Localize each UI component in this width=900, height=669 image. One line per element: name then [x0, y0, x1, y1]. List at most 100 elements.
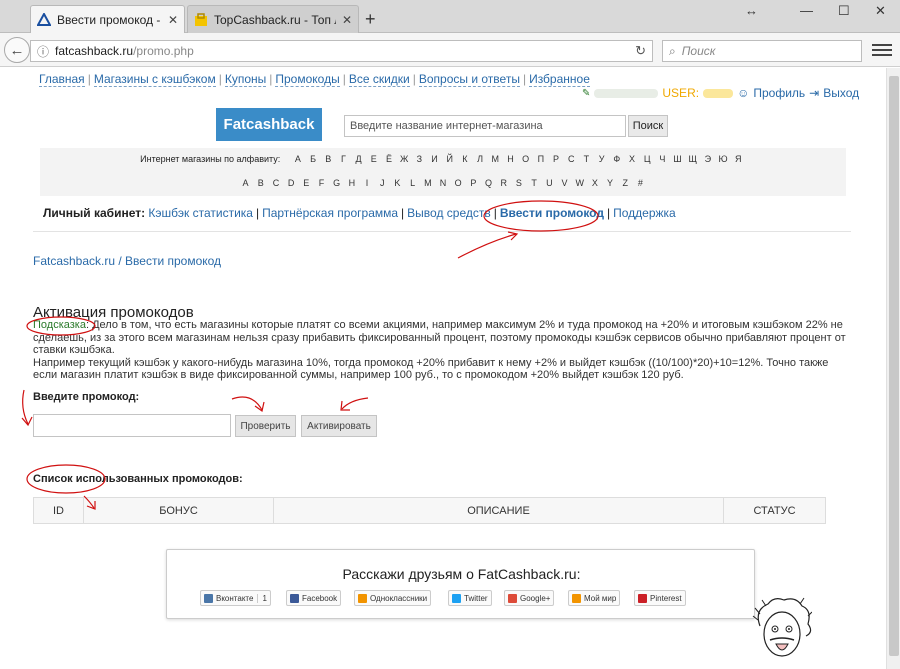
promo-code-input[interactable] [33, 414, 231, 437]
activate-button[interactable]: Активировать [301, 415, 377, 437]
hamburger-menu-icon[interactable] [872, 41, 892, 59]
letter-link[interactable]: Г [336, 154, 351, 164]
share-odnoklassniki-button[interactable]: Одноклассники [354, 590, 432, 606]
cabinet-link-stats[interactable]: Кэшбэк статистика [148, 206, 253, 220]
tab-close-icon[interactable]: ✕ [342, 13, 352, 27]
nav-home[interactable]: Главная [39, 72, 85, 87]
letter-link[interactable]: А [290, 154, 305, 164]
nav-faq[interactable]: Вопросы и ответы [418, 72, 520, 87]
share-twitter-button[interactable]: Twitter [448, 590, 492, 606]
letter-link[interactable]: H [344, 178, 359, 188]
minimize-button[interactable]: — [800, 3, 813, 18]
profile-link[interactable]: Профиль [753, 86, 805, 100]
letter-link[interactable]: Т [579, 154, 594, 164]
nav-favorites[interactable]: Избранное [529, 72, 590, 87]
letter-link[interactable]: P [466, 178, 481, 188]
page-scrollbar[interactable] [886, 68, 900, 669]
cabinet-link-partner[interactable]: Партнёрская программа [262, 206, 398, 220]
letter-link[interactable]: Р [548, 154, 563, 164]
letter-link[interactable]: S [511, 178, 526, 188]
letter-link[interactable]: F [314, 178, 329, 188]
shop-search-button[interactable]: Поиск [628, 115, 668, 137]
letter-link[interactable]: Б [305, 154, 320, 164]
letter-link[interactable]: W [572, 178, 587, 188]
letter-link[interactable]: Q [481, 178, 496, 188]
letter-link[interactable]: Щ [685, 154, 700, 164]
letter-link[interactable]: Y [602, 178, 617, 188]
close-window-button[interactable]: ✕ [875, 3, 886, 19]
letter-link[interactable]: П [533, 154, 548, 164]
share-googleplus-button[interactable]: Google+ [504, 590, 555, 606]
letter-link[interactable]: G [329, 178, 344, 188]
tab-topcashback[interactable]: TopCashback.ru - Топ лу… ✕ [187, 5, 359, 33]
letter-link[interactable]: Й [442, 154, 457, 164]
letter-link[interactable]: B [253, 178, 268, 188]
letter-link[interactable]: Я [731, 154, 746, 164]
letter-link[interactable]: J [375, 178, 390, 188]
letter-link[interactable]: О [518, 154, 533, 164]
letter-link[interactable]: Д [351, 154, 366, 164]
letter-link[interactable]: С [564, 154, 579, 164]
nav-all-discounts[interactable]: Все скидки [348, 72, 410, 87]
maximize-button[interactable]: ☐ [838, 3, 850, 19]
share-moymir-button[interactable]: Мой мир [568, 590, 621, 606]
check-button[interactable]: Проверить [235, 415, 296, 437]
reload-icon[interactable]: ↻ [635, 43, 646, 59]
share-vkontakte-button[interactable]: Вконтакте 1 [200, 590, 271, 606]
letter-link[interactable]: Ж [397, 154, 412, 164]
new-tab-button[interactable]: + [365, 9, 376, 30]
shop-search-input[interactable]: Введите название интернет-магазина [344, 115, 626, 137]
letter-link[interactable]: И [427, 154, 442, 164]
letter-link[interactable]: K [390, 178, 405, 188]
share-facebook-button[interactable]: Facebook [286, 590, 342, 606]
url-bar[interactable]: ⓘ fatcashback.ru/promo.php ↻ [30, 40, 653, 62]
letter-link[interactable]: O [451, 178, 466, 188]
letter-link[interactable]: E [299, 178, 314, 188]
nav-coupons[interactable]: Купоны [224, 72, 267, 87]
page-info-icon[interactable]: ⓘ [37, 43, 49, 60]
letter-link[interactable]: З [412, 154, 427, 164]
letter-link[interactable]: В [321, 154, 336, 164]
letter-link[interactable]: У [594, 154, 609, 164]
letter-link[interactable]: D [284, 178, 299, 188]
letter-link[interactable]: Ю [716, 154, 731, 164]
letter-link[interactable]: Е [366, 154, 381, 164]
browser-search-field[interactable]: ⌕ Поиск [662, 40, 862, 62]
letter-link[interactable]: L [405, 178, 420, 188]
letter-link[interactable]: Ё [381, 154, 396, 164]
letter-link[interactable]: Z [618, 178, 633, 188]
tab-close-icon[interactable]: ✕ [168, 13, 178, 27]
letter-link[interactable]: N [435, 178, 450, 188]
cabinet-link-promo[interactable]: Ввести промокод [500, 206, 604, 220]
letter-link[interactable]: I [359, 178, 374, 188]
share-pinterest-button[interactable]: Pinterest [634, 590, 686, 606]
letter-link[interactable]: Х [624, 154, 639, 164]
letter-link[interactable]: Ш [670, 154, 685, 164]
letter-link[interactable]: М [488, 154, 503, 164]
scrollbar-thumb[interactable] [889, 76, 899, 656]
letter-link[interactable]: Ц [640, 154, 655, 164]
nav-promocodes[interactable]: Промокоды [275, 72, 340, 87]
cabinet-link-withdraw[interactable]: Вывод средств [407, 206, 491, 220]
letter-link[interactable]: T [527, 178, 542, 188]
letter-link[interactable]: К [457, 154, 472, 164]
letter-link[interactable]: Э [700, 154, 715, 164]
letter-link[interactable]: Ч [655, 154, 670, 164]
letter-link[interactable]: Ф [609, 154, 624, 164]
back-button[interactable]: ← [4, 37, 30, 63]
cabinet-link-support[interactable]: Поддержка [613, 206, 676, 220]
letter-link[interactable]: C [268, 178, 283, 188]
letter-link[interactable]: # [633, 178, 648, 188]
breadcrumb[interactable]: Fatcashback.ru / Ввести промокод [33, 254, 221, 268]
letter-link[interactable]: V [557, 178, 572, 188]
letter-link[interactable]: M [420, 178, 435, 188]
letter-link[interactable]: Н [503, 154, 518, 164]
letter-link[interactable]: R [496, 178, 511, 188]
letter-link[interactable]: A [238, 178, 253, 188]
letter-link[interactable]: U [542, 178, 557, 188]
tab-promo[interactable]: Ввести промокод - fatcas… ✕ [30, 5, 185, 33]
letter-link[interactable]: X [587, 178, 602, 188]
logout-link[interactable]: Выход [823, 86, 859, 100]
letter-link[interactable]: Л [473, 154, 488, 164]
nav-cashback-shops[interactable]: Магазины с кэшбэком [93, 72, 216, 87]
